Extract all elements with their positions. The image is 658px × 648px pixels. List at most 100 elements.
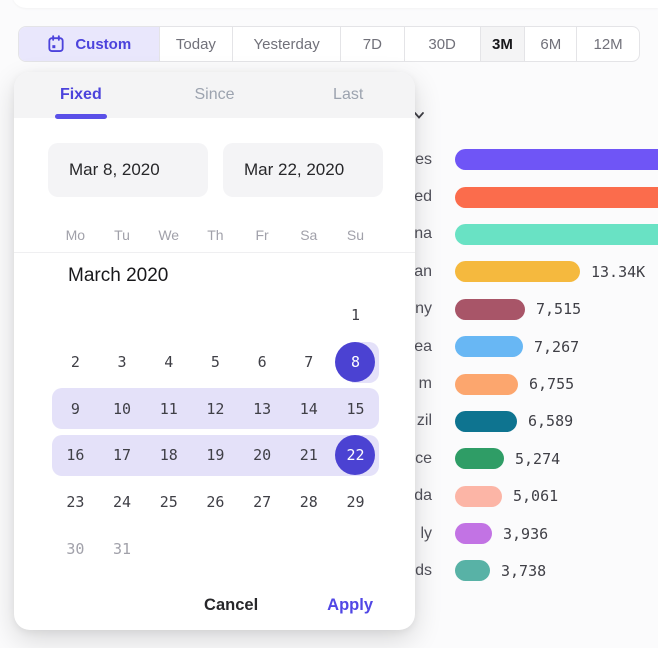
- calendar-day-20[interactable]: 20: [239, 432, 286, 479]
- preset-12m[interactable]: 12M: [576, 27, 639, 61]
- day-number: 27: [242, 482, 282, 522]
- calendar-day-13[interactable]: 13: [239, 385, 286, 432]
- tab-last[interactable]: Last: [281, 86, 415, 104]
- calendar-day-27[interactable]: 27: [239, 479, 286, 526]
- calendar-day-6[interactable]: 6: [239, 339, 286, 386]
- day-number: 26: [195, 482, 235, 522]
- date-range-toolbar: Custom TodayYesterday7D30D3M6M12M: [18, 26, 640, 62]
- date-picker-footer: Cancel Apply: [14, 580, 415, 630]
- calendar-day-29[interactable]: 29: [332, 479, 379, 526]
- chart-value: 3,738: [501, 562, 546, 580]
- calendar-day-1[interactable]: 1: [332, 292, 379, 339]
- calendar-day-14[interactable]: 14: [285, 385, 332, 432]
- chart-bar: [455, 299, 525, 320]
- calendar-day-26[interactable]: 26: [192, 479, 239, 526]
- preset-yesterday[interactable]: Yesterday: [232, 27, 340, 61]
- calendar-day-16[interactable]: 16: [52, 432, 99, 479]
- calendar-empty-cell: [239, 525, 286, 572]
- chart-row[interactable]: m6,755: [378, 365, 658, 402]
- weekday-header-row: MoTuWeThFrSaSu: [52, 227, 379, 243]
- calendar-week-row: 2345678: [52, 339, 379, 386]
- chart-value: 5,274: [515, 450, 560, 468]
- calendar-day-18[interactable]: 18: [145, 432, 192, 479]
- calendar-day-12[interactable]: 12: [192, 385, 239, 432]
- calendar-empty-cell: [239, 292, 286, 339]
- calendar-week-row: 3031: [52, 525, 379, 572]
- chart-bar: [455, 560, 490, 581]
- end-date-value: Mar 22, 2020: [244, 160, 344, 180]
- custom-range-button[interactable]: Custom: [19, 27, 159, 61]
- day-number: 12: [195, 389, 235, 429]
- calendar-day-2[interactable]: 2: [52, 339, 99, 386]
- apply-button[interactable]: Apply: [321, 595, 379, 616]
- month-title: March 2020: [68, 265, 168, 287]
- calendar-day-7[interactable]: 7: [285, 339, 332, 386]
- preset-6m[interactable]: 6M: [524, 27, 576, 61]
- day-number: 4: [149, 342, 189, 382]
- preset-7d[interactable]: 7D: [340, 27, 404, 61]
- calendar-empty-cell: [192, 525, 239, 572]
- chart-row[interactable]: ds3,738: [378, 552, 658, 589]
- preset-today[interactable]: Today: [159, 27, 233, 61]
- chart-row[interactable]: ly3,936: [378, 515, 658, 552]
- calendar-day-9[interactable]: 9: [52, 385, 99, 432]
- chart-row[interactable]: da5,061: [378, 478, 658, 515]
- calendar-day-25[interactable]: 25: [145, 479, 192, 526]
- calendar-day-8[interactable]: 8: [332, 339, 379, 386]
- chart-row[interactable]: ed: [378, 178, 658, 215]
- calendar-day-28[interactable]: 28: [285, 479, 332, 526]
- cancel-button[interactable]: Cancel: [198, 595, 264, 616]
- calendar-day-19[interactable]: 19: [192, 432, 239, 479]
- preset-3m[interactable]: 3M: [480, 27, 525, 61]
- calendar-empty-cell: [192, 292, 239, 339]
- day-number: 7: [289, 342, 329, 382]
- tab-since[interactable]: Since: [148, 86, 282, 104]
- chart-row[interactable]: na: [378, 216, 658, 253]
- chart-row[interactable]: ea7,267: [378, 328, 658, 365]
- calendar-day-22[interactable]: 22: [332, 432, 379, 479]
- day-number: 31: [102, 529, 142, 569]
- day-number: 25: [149, 482, 189, 522]
- calendar-day-21[interactable]: 21: [285, 432, 332, 479]
- date-picker-popup: FixedSinceLast Mar 8, 2020 Mar 22, 2020 …: [14, 72, 415, 630]
- chart-row[interactable]: zil6,589: [378, 403, 658, 440]
- date-picker-tabs: FixedSinceLast: [14, 72, 415, 118]
- custom-range-label: Custom: [75, 36, 131, 53]
- day-number: 28: [289, 482, 329, 522]
- calendar-day-3[interactable]: 3: [99, 339, 146, 386]
- chart-value: 7,515: [536, 300, 581, 318]
- calendar-day-17[interactable]: 17: [99, 432, 146, 479]
- calendar-day-23[interactable]: 23: [52, 479, 99, 526]
- calendar-day-4[interactable]: 4: [145, 339, 192, 386]
- day-number: 29: [335, 482, 375, 522]
- calendar-day-11[interactable]: 11: [145, 385, 192, 432]
- calendar-week-row: 23242526272829: [52, 479, 379, 526]
- calendar-empty-cell: [332, 525, 379, 572]
- calendar-day-5[interactable]: 5: [192, 339, 239, 386]
- tab-fixed[interactable]: Fixed: [14, 86, 148, 104]
- chart-row[interactable]: es: [378, 141, 658, 178]
- day-number: 6: [242, 342, 282, 382]
- chart-row[interactable]: ce5,274: [378, 440, 658, 477]
- calendar-grid: 1234567891011121314151617181920212223242…: [52, 292, 379, 572]
- calendar-week-row: 9101112131415: [52, 385, 379, 432]
- calendar-day-30: 30: [52, 525, 99, 572]
- calendar-day-10[interactable]: 10: [99, 385, 146, 432]
- start-date-input[interactable]: Mar 8, 2020: [48, 143, 208, 197]
- chart-row[interactable]: an13.34K: [378, 253, 658, 290]
- chart-bar: [455, 448, 504, 469]
- day-number: 15: [335, 389, 375, 429]
- end-date-input[interactable]: Mar 22, 2020: [223, 143, 383, 197]
- calendar-empty-cell: [99, 292, 146, 339]
- calendar-day-31: 31: [99, 525, 146, 572]
- calendar-day-24[interactable]: 24: [99, 479, 146, 526]
- day-number: 24: [102, 482, 142, 522]
- chart-row[interactable]: ny7,515: [378, 291, 658, 328]
- calendar-empty-cell: [285, 292, 332, 339]
- preset-30d[interactable]: 30D: [404, 27, 480, 61]
- chart-bar: [455, 261, 580, 282]
- calendar-day-15[interactable]: 15: [332, 385, 379, 432]
- day-number: 19: [195, 435, 235, 475]
- day-number: 21: [289, 435, 329, 475]
- weekday-mo: Mo: [52, 227, 99, 243]
